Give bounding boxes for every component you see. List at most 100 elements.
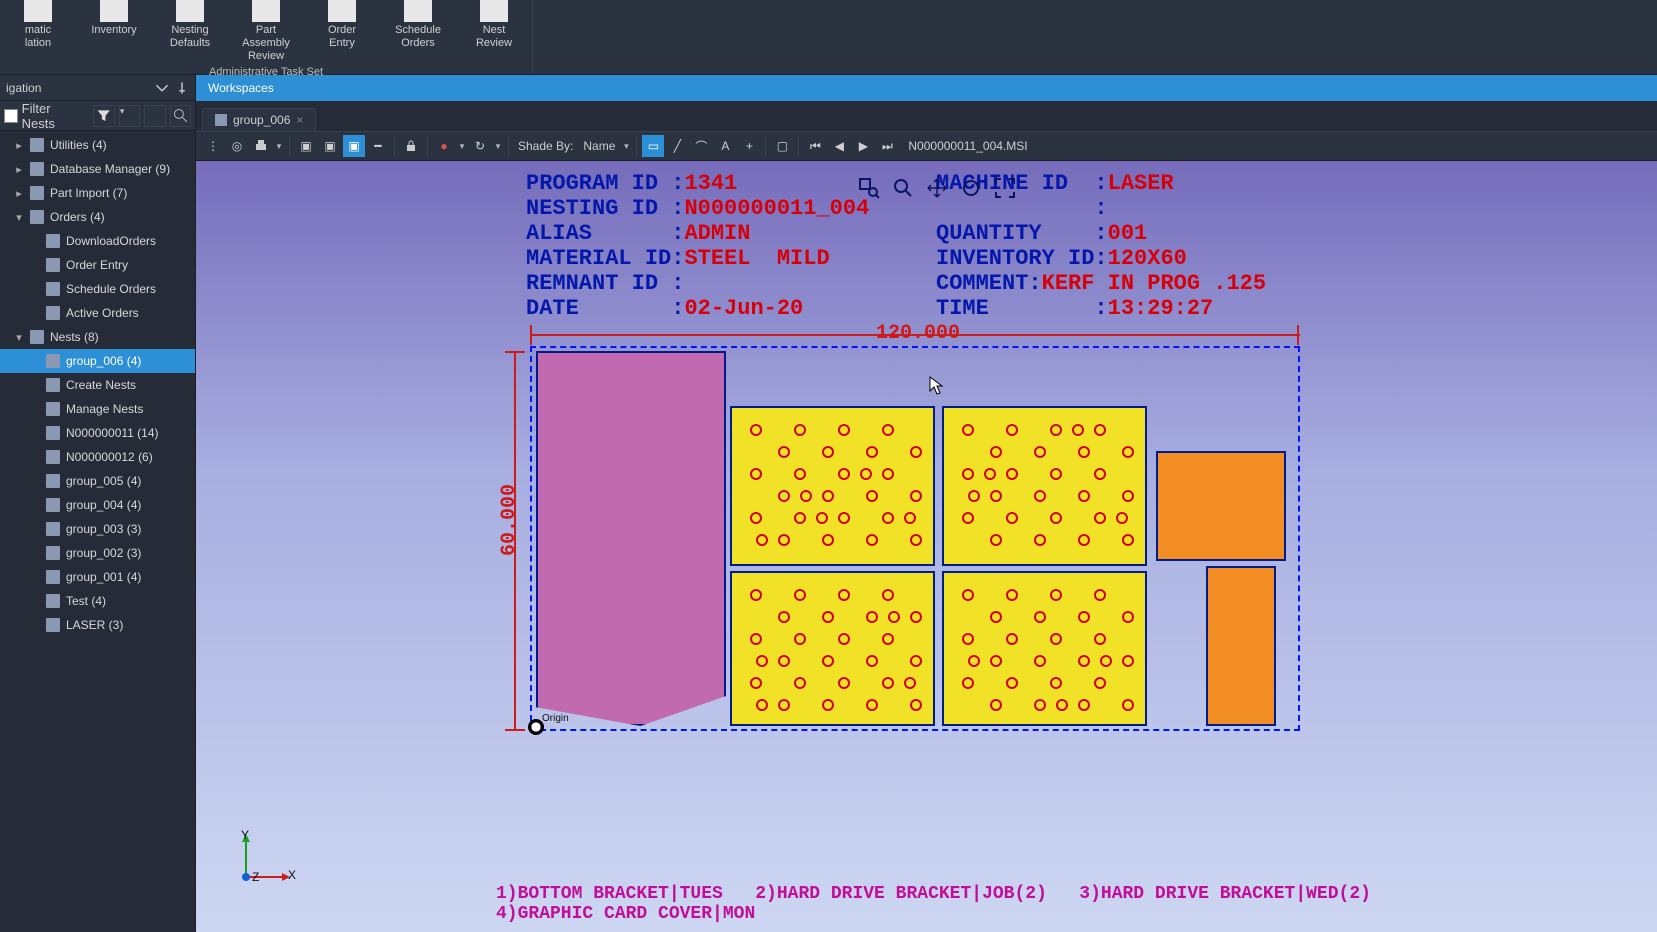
folder-icon	[46, 402, 60, 416]
prev-icon[interactable]: ◀	[828, 135, 850, 157]
document-tab-label: group_006	[233, 113, 290, 127]
tree-item[interactable]: ▸ Part Import (7)	[0, 181, 195, 205]
arc-tool-icon[interactable]: ⌒	[690, 135, 712, 157]
holes-pattern	[744, 420, 921, 552]
axis-triad: Y X Z	[226, 832, 296, 892]
ribbon-button-1[interactable]: Inventory	[82, 0, 146, 64]
tree-item-label: Test (4)	[66, 594, 106, 608]
pan-icon[interactable]	[924, 175, 950, 201]
layer-2-icon[interactable]: ▣	[319, 135, 341, 157]
expand-icon[interactable]: ▸	[14, 187, 24, 200]
layer-1-icon[interactable]: ▣	[295, 135, 317, 157]
search-icon[interactable]	[170, 105, 191, 127]
filter-dropdown[interactable]: ▾	[119, 105, 140, 127]
expand-icon[interactable]: ▸	[14, 163, 24, 176]
tree-item[interactable]: ▸ group_005 (4)	[0, 469, 195, 493]
tree-item[interactable]: ▸ Create Nests	[0, 373, 195, 397]
part-graphic-card-cover-1[interactable]	[1156, 451, 1286, 561]
part-bottom-bracket[interactable]	[536, 351, 726, 726]
ribbon-button-6[interactable]: Nest Review	[462, 0, 526, 64]
tree-item[interactable]: ▸ group_006 (4)	[0, 349, 195, 373]
filter-icon[interactable]	[93, 105, 114, 127]
folder-icon	[46, 450, 60, 464]
ribbon-button-3[interactable]: Part Assembly Review	[234, 0, 298, 64]
expand-icon[interactable]: ▾	[14, 331, 24, 344]
zoom-window-icon[interactable]	[856, 175, 882, 201]
tree-item[interactable]: ▸ group_003 (3)	[0, 517, 195, 541]
ribbon-button-4[interactable]: Order Entry	[310, 0, 374, 64]
lock-icon[interactable]	[400, 135, 422, 157]
shade-by-dropdown[interactable]: ▾	[621, 135, 631, 157]
ribbon-glyph-icon	[328, 0, 356, 22]
axis-x-label: X	[288, 868, 296, 882]
tree-item[interactable]: ▸ Test (4)	[0, 589, 195, 613]
first-icon[interactable]: ⏮	[804, 135, 826, 157]
next-icon[interactable]: ▶	[852, 135, 874, 157]
select-icon[interactable]: ▭	[642, 135, 664, 157]
filter-box-icon[interactable]	[144, 105, 165, 127]
tree-item[interactable]: ▸ LASER (3)	[0, 613, 195, 637]
workspaces-tab[interactable]: Workspaces	[196, 75, 1657, 101]
tree-item[interactable]: ▸ group_002 (3)	[0, 541, 195, 565]
tree-item[interactable]: ▾ Orders (4)	[0, 205, 195, 229]
folder-icon	[46, 594, 60, 608]
tree-item[interactable]: ▸ Order Entry	[0, 253, 195, 277]
rotate-icon[interactable]	[958, 175, 984, 201]
shade-by-value: Name	[583, 139, 615, 153]
last-icon[interactable]: ⏭	[876, 135, 898, 157]
tree-item[interactable]: ▸ Active Orders	[0, 301, 195, 325]
tree-item[interactable]: ▾ Nests (8)	[0, 325, 195, 349]
pin-icon[interactable]	[175, 81, 189, 95]
line-tool-icon[interactable]: ╱	[666, 135, 688, 157]
grip-icon[interactable]: ⋮	[202, 135, 224, 157]
navigation-panel: igation Filter Nests ▾ ▸ Utilities (4)▸ …	[0, 75, 196, 932]
folder-icon	[30, 330, 44, 344]
tree-item[interactable]: ▸ DownloadOrders	[0, 229, 195, 253]
tree-item[interactable]: ▸ Database Manager (9)	[0, 157, 195, 181]
part-graphic-card-cover-2[interactable]	[1206, 566, 1276, 726]
part-hard-drive-bracket-1[interactable]	[730, 406, 935, 566]
close-icon[interactable]: ×	[296, 113, 303, 127]
main-area: Workspaces group_006 × ⋮ ◎ ▾ ▣ ▣ ▣ ━ ● ▾…	[196, 75, 1657, 932]
height-dim-value: 60.000	[498, 484, 521, 556]
tree-item[interactable]: ▸ Utilities (4)	[0, 133, 195, 157]
chevron-down-icon[interactable]	[155, 81, 169, 95]
tree-item[interactable]: ▸ group_004 (4)	[0, 493, 195, 517]
filter-nests-checkbox[interactable]	[4, 109, 18, 123]
tree-item[interactable]: ▸ Schedule Orders	[0, 277, 195, 301]
expand-icon[interactable]: ▾	[14, 211, 24, 224]
tree-item[interactable]: ▸ group_001 (4)	[0, 565, 195, 589]
layer-3-icon[interactable]: ▣	[343, 135, 365, 157]
color-dropdown[interactable]: ▾	[457, 135, 467, 157]
folder-icon	[46, 354, 60, 368]
zoom-icon[interactable]	[890, 175, 916, 201]
ribbon-button-2[interactable]: Nesting Defaults	[158, 0, 222, 64]
part-hard-drive-bracket-3[interactable]	[730, 571, 935, 726]
document-tab[interactable]: group_006 ×	[202, 108, 316, 131]
print-icon[interactable]	[250, 135, 272, 157]
text-tool-icon[interactable]: A	[714, 135, 736, 157]
bounds-icon[interactable]: ▢	[771, 135, 793, 157]
tree-item-label: Schedule Orders	[66, 282, 156, 296]
part-hard-drive-bracket-2[interactable]	[942, 406, 1147, 566]
target-icon[interactable]: ◎	[226, 135, 248, 157]
print-dropdown[interactable]: ▾	[274, 135, 284, 157]
tree-item[interactable]: ▸ Manage Nests	[0, 397, 195, 421]
nest-canvas[interactable]: PROGRAM ID :1341NESTING ID :N000000011_0…	[196, 161, 1657, 932]
point-tool-icon[interactable]: +	[738, 135, 760, 157]
folder-icon	[30, 210, 44, 224]
color-icon[interactable]: ●	[433, 135, 455, 157]
folder-icon	[46, 474, 60, 488]
refresh-dropdown[interactable]: ▾	[493, 135, 503, 157]
refresh-icon[interactable]: ↻	[469, 135, 491, 157]
expand-icon[interactable]: ▸	[14, 139, 24, 152]
ribbon-button-0[interactable]: matic lation	[6, 0, 70, 64]
folder-icon	[46, 522, 60, 536]
tree-item[interactable]: ▸ N000000011 (14)	[0, 421, 195, 445]
ribbon-button-5[interactable]: Schedule Orders	[386, 0, 450, 64]
tree-item[interactable]: ▸ N000000012 (6)	[0, 445, 195, 469]
line-icon[interactable]: ━	[367, 135, 389, 157]
fit-icon[interactable]	[992, 175, 1018, 201]
folder-icon	[46, 306, 60, 320]
part-hard-drive-bracket-4[interactable]	[942, 571, 1147, 726]
